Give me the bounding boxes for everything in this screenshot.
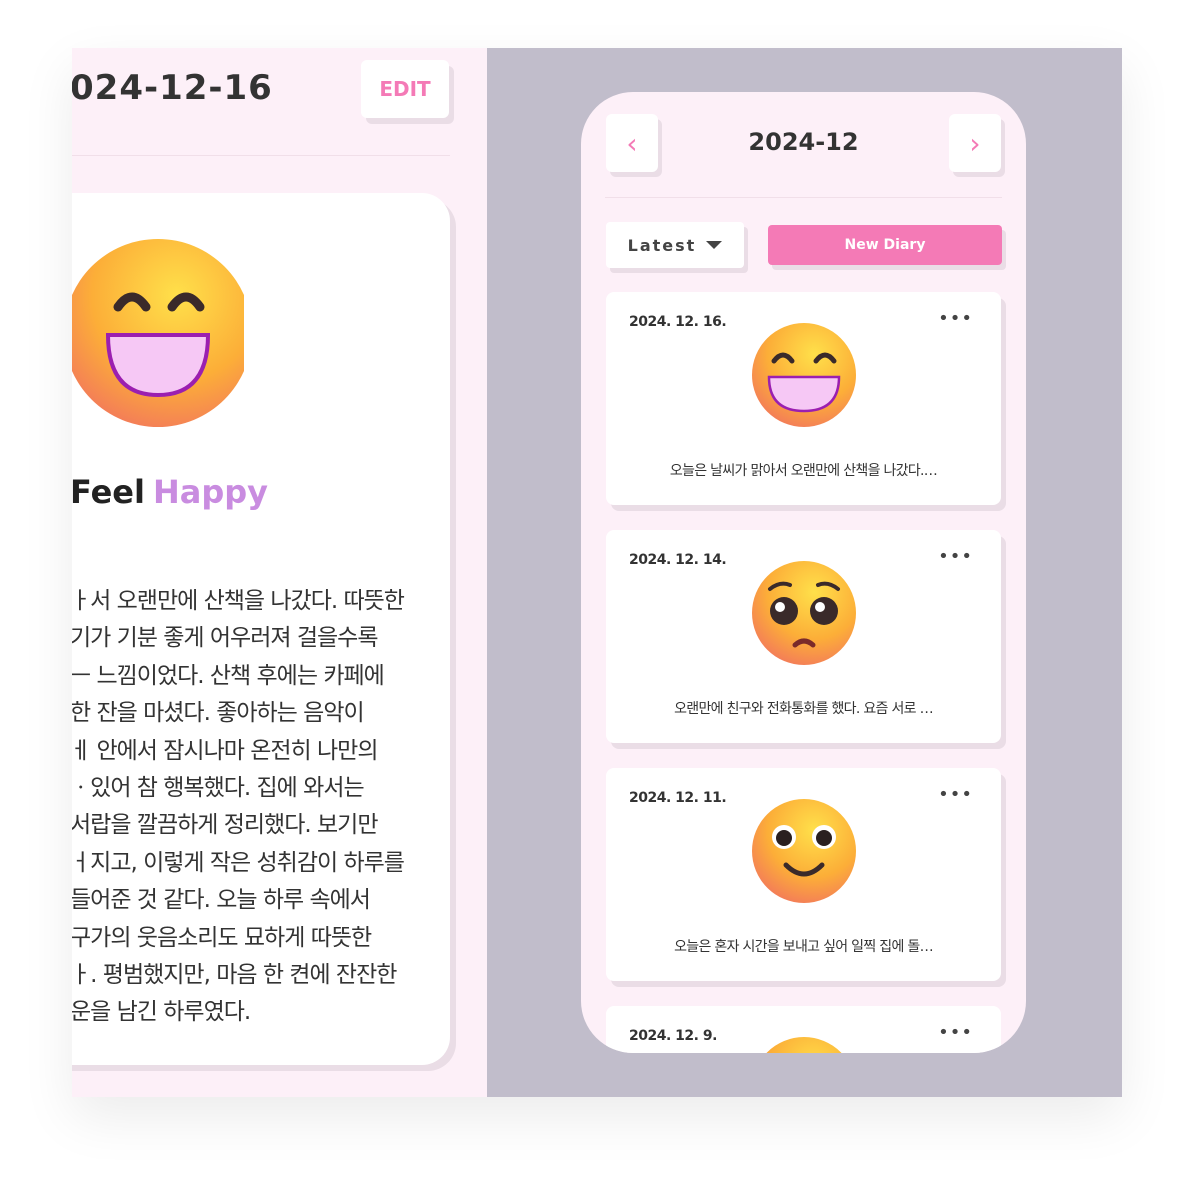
divider <box>72 155 450 156</box>
detail-date: 024-12-16 <box>72 68 273 108</box>
entry-preview: 오랜만에 친구와 전화통화를 했다. 요즘 서로 … <box>674 701 933 717</box>
more-icon[interactable]: ••• <box>938 308 973 329</box>
more-icon[interactable]: ••• <box>938 784 973 805</box>
pleading-face-icon <box>752 561 856 665</box>
entry-date: 2024. 12. 11. <box>629 790 727 806</box>
diary-card[interactable]: 2024. 12. 9. ••• <box>606 1006 1001 1053</box>
entry-date: 2024. 12. 9. <box>629 1028 717 1044</box>
emotion-heading: Feel Happy <box>72 473 268 511</box>
app-frame: 024-12-16 EDIT Feel Happy ㅏ서 오랜만에 산책을 나갔다… <box>72 48 1122 1097</box>
diary-card[interactable]: 2024. 12. 14. ••• 오랜만에 친구와 전화통화를 했다. 요즘 … <box>606 530 1001 743</box>
edit-button[interactable]: EDIT <box>361 60 449 118</box>
body-line: 한 잔을 마셨다. 좋아하는 음악이 <box>72 700 365 727</box>
divider <box>605 197 1002 198</box>
body-line: 서랍을 깔끔하게 정리했다. 보기만 <box>72 812 378 839</box>
body-line: 들어준 것 같다. 오늘 하루 속에서 <box>72 887 371 914</box>
grinning-face-icon <box>72 239 244 427</box>
chevron-right-icon: › <box>969 126 981 160</box>
caret-down-icon <box>706 241 723 249</box>
body-line: 기가 기분 좋게 어우러져 걸을수록 <box>72 625 378 652</box>
sort-dropdown[interactable]: Latest <box>606 222 744 268</box>
sort-label: Latest <box>627 235 697 255</box>
body-line: ㅓ지고, 이렇게 작은 성취감이 하루를 <box>72 849 405 876</box>
body-line: ㅏ. 평범했지만, 마음 한 켠에 잔잔한 <box>72 961 397 988</box>
body-line: ㅡ 느낌이었다. 산책 후에는 카페에 <box>72 662 385 689</box>
list-backdrop: ‹ 2024-12 › Latest New Diary 2024. 12. 1… <box>487 48 1122 1097</box>
grinning-face-icon <box>752 323 856 427</box>
body-line: 구가의 웃음소리도 묘하게 따뜻한 <box>72 924 372 951</box>
face-icon <box>766 1037 842 1053</box>
body-line: ㆍ있어 참 행복했다. 집에 와서는 <box>72 774 365 801</box>
new-diary-button[interactable]: New Diary <box>768 225 1002 265</box>
feel-label: Feel <box>72 473 145 511</box>
body-line: ㅏ서 오랜만에 산책을 나갔다. 따뜻한 <box>72 588 405 614</box>
diary-body: ㅏ서 오랜만에 산책을 나갔다. 따뜻한기가 기분 좋게 어우러져 걸을수록 ㅡ … <box>72 583 405 1032</box>
diary-card[interactable]: 2024. 12. 11. ••• 오늘은 혼자 시간을 보내고 싶어 일찍 집… <box>606 768 1001 981</box>
entry-date: 2024. 12. 14. <box>629 552 727 568</box>
entry-preview: 오늘은 날씨가 맑아서 오랜만에 산책을 나갔다.… <box>669 463 938 479</box>
diary-detail-panel: 024-12-16 EDIT Feel Happy ㅏ서 오랜만에 산책을 나갔다… <box>72 48 487 1097</box>
entry-date: 2024. 12. 16. <box>629 314 727 330</box>
more-icon[interactable]: ••• <box>938 1022 973 1043</box>
diary-card[interactable]: 2024. 12. 16. ••• 오늘은 날씨가 맑아서 오랜만에 산책을 나… <box>606 292 1001 505</box>
next-month-button[interactable]: › <box>949 114 1001 172</box>
more-icon[interactable]: ••• <box>938 546 973 567</box>
body-line: ㅔ 안에서 잠시나마 온전히 나만의 <box>72 737 378 764</box>
emotion-label: Happy <box>152 473 268 511</box>
entry-preview: 오늘은 혼자 시간을 보내고 싶어 일찍 집에 돌… <box>674 939 933 955</box>
smiling-face-icon <box>752 799 856 903</box>
phone-screen: ‹ 2024-12 › Latest New Diary 2024. 12. 1… <box>581 92 1026 1053</box>
body-line: 운을 남긴 하루였다. <box>72 999 251 1026</box>
